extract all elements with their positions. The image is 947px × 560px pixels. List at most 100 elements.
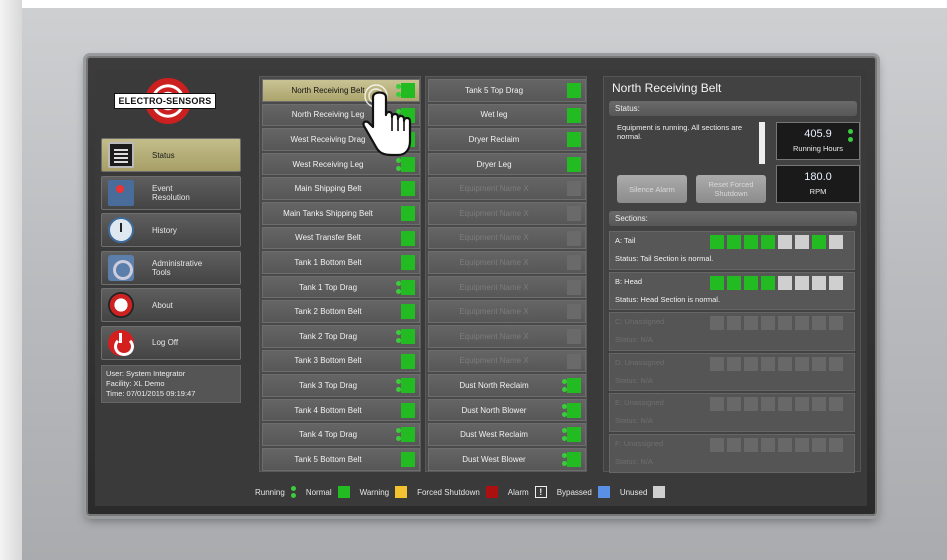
- equipment-row[interactable]: Tank 2 Top Drag: [262, 325, 420, 348]
- equipment-row[interactable]: Main Tanks Shipping Belt: [262, 202, 420, 225]
- rpm-display: 180.0 RPM: [776, 165, 860, 203]
- equipment-row[interactable]: Dryer Reclaim: [428, 128, 586, 151]
- equipment-row[interactable]: Equipment Name X: [428, 300, 586, 324]
- equipment-row[interactable]: Tank 3 Bottom Belt: [262, 349, 420, 373]
- equipment-status-indicator: [401, 427, 415, 443]
- bay-indicator: [812, 235, 826, 249]
- history-icon: [108, 217, 134, 243]
- forced-shutdown-swatch: [485, 486, 498, 498]
- equipment-name: Tank 3 Bottom Belt: [294, 356, 362, 366]
- bay-indicator: [744, 356, 758, 371]
- equipment-row[interactable]: Tank 1 Bottom Belt: [262, 251, 420, 274]
- nav-label: History: [152, 225, 177, 235]
- equipment-row[interactable]: Tank 4 Bottom Belt: [262, 398, 420, 422]
- electro-sensors-logo: ELECTRO-SENSORS: [101, 76, 229, 126]
- equipment-row[interactable]: Tank 1 Top Drag: [262, 275, 420, 299]
- equipment-status-indicator: [401, 206, 415, 221]
- section-row[interactable]: E: Unassigned Status: N/A: [609, 393, 855, 432]
- equipment-row[interactable]: West Transfer Belt: [262, 226, 420, 250]
- status-scrollbar[interactable]: [759, 122, 765, 164]
- equipment-row[interactable]: Equipment Name X: [428, 177, 586, 201]
- bay-indicator: [795, 438, 809, 452]
- equipment-row[interactable]: Equipment Name X: [428, 275, 586, 299]
- equipment-row[interactable]: Dryer Leg: [428, 152, 586, 176]
- equipment-status-indicator: [567, 156, 581, 172]
- bay-indicator: [829, 397, 843, 412]
- equipment-row[interactable]: Equipment Name X: [428, 325, 586, 348]
- equipment-row[interactable]: Equipment Name X: [428, 202, 586, 225]
- section-row[interactable]: A: Tail Status: Tail Section is normal.: [609, 231, 855, 270]
- section-bay-indicators: [710, 316, 843, 331]
- nav-log-off-button[interactable]: Log Off: [101, 325, 241, 360]
- equipment-row[interactable]: Dust North Blower: [428, 398, 586, 422]
- bay-indicator: [710, 438, 724, 452]
- admin-tools-icon: [108, 254, 134, 281]
- equipment-row[interactable]: Tank 2 Bottom Belt: [262, 300, 420, 324]
- bay-indicator: [710, 235, 724, 249]
- equipment-row[interactable]: Dust West Reclaim: [428, 423, 586, 447]
- equipment-name: Main Tanks Shipping Belt: [283, 208, 373, 218]
- bay-indicator: [710, 397, 724, 412]
- legend-alarm-label: Alarm: [507, 487, 529, 497]
- equipment-row[interactable]: Tank 4 Top Drag: [262, 423, 420, 447]
- equipment-name: Wet leg: [480, 110, 508, 120]
- equipment-name: Equipment Name X: [459, 184, 529, 194]
- nav-history-button[interactable]: History: [101, 213, 241, 247]
- bay-indicator: [761, 235, 775, 249]
- logo-text: ELECTRO-SENSORS: [114, 93, 216, 109]
- equipment-row[interactable]: Main Shipping Belt: [262, 177, 420, 201]
- equipment-name: Equipment Name X: [459, 258, 529, 268]
- facility-name: Facility: XL Demo: [106, 379, 165, 388]
- legend-normal: Normal: [306, 486, 350, 498]
- equipment-status-indicator: [401, 452, 415, 467]
- nav-event-resolution-button[interactable]: Event Resolution: [101, 175, 241, 210]
- legend-forced-shutdown-label: Forced Shutdown: [417, 487, 480, 497]
- bay-indicator: [761, 438, 775, 452]
- bay-indicator: [727, 438, 741, 452]
- log-off-icon: [108, 329, 134, 356]
- hand-pointer-icon: [362, 84, 412, 157]
- equipment-row[interactable]: Wet leg: [428, 103, 586, 127]
- user-info-panel: User: System Integrator Facility: XL Dem…: [101, 365, 241, 403]
- equipment-row[interactable]: Tank 3 Top Drag: [262, 374, 420, 397]
- equipment-row[interactable]: Tank 5 Top Drag: [428, 79, 586, 102]
- equipment-status-indicator: [567, 206, 581, 221]
- equipment-row[interactable]: Dust West Blower: [428, 448, 586, 471]
- equipment-row[interactable]: Equipment Name X: [428, 226, 586, 250]
- detail-title: North Receiving Belt: [612, 81, 722, 95]
- nav-status-button[interactable]: Status: [101, 138, 241, 172]
- equipment-row[interactable]: Tank 5 Bottom Belt: [262, 448, 420, 471]
- bay-indicator: [795, 316, 809, 331]
- status-icon: [108, 142, 134, 168]
- equipment-row[interactable]: Equipment Name X: [428, 349, 586, 373]
- nav-administrative-tools-button[interactable]: Administrative Tools: [101, 250, 241, 285]
- legend-forced-shutdown: Forced Shutdown: [417, 486, 498, 498]
- equipment-status-indicator: [567, 304, 581, 320]
- bay-indicator: [744, 438, 758, 452]
- section-row[interactable]: C: Unassigned Status: N/A: [609, 312, 855, 351]
- equipment-row[interactable]: Dust North Reclaim: [428, 374, 586, 397]
- equipment-name: Equipment Name X: [459, 331, 529, 341]
- alarm-icon: !: [534, 486, 547, 498]
- silence-alarm-button[interactable]: Silence Alarm: [617, 175, 687, 203]
- bypassed-swatch: [597, 486, 610, 498]
- nav-about-button[interactable]: About: [101, 288, 241, 322]
- rpm-value: 180.0: [804, 171, 832, 183]
- bay-indicator: [812, 356, 826, 371]
- equipment-status-indicator: [401, 181, 415, 197]
- bay-indicator: [778, 235, 792, 249]
- event-icon: [108, 179, 134, 206]
- equipment-row[interactable]: Equipment Name X: [428, 251, 586, 274]
- section-row[interactable]: D: Unassigned Status: N/A: [609, 352, 855, 392]
- legend-running: Running: [255, 486, 296, 498]
- reset-forced-shutdown-button[interactable]: Reset Forced Shutdown: [696, 175, 766, 203]
- section-status: Status: N/A: [615, 375, 653, 385]
- bay-indicator: [744, 275, 758, 290]
- section-row[interactable]: F: Unassigned Status: N/A: [609, 434, 855, 473]
- bezel-top: [0, 0, 947, 8]
- equipment-name: Equipment Name X: [459, 208, 529, 218]
- unused-swatch: [653, 486, 666, 498]
- section-row[interactable]: B: Head Status: Head Section is normal.: [609, 271, 855, 311]
- section-name: C: Unassigned: [615, 317, 665, 327]
- nav-label: Event Resolution: [152, 183, 190, 202]
